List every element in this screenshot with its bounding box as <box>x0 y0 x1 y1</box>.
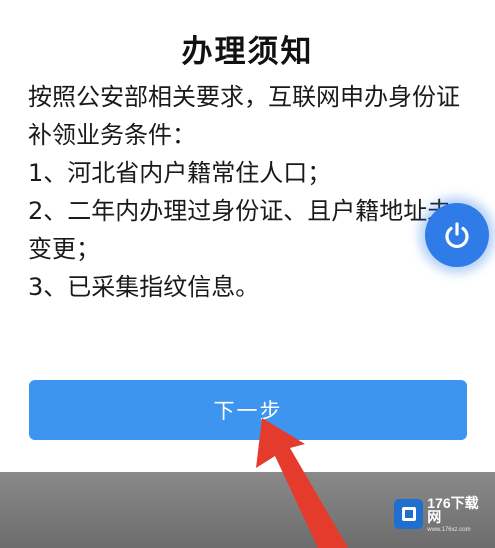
watermark-url: www.176xz.com <box>427 526 471 533</box>
watermark-logo-icon <box>394 499 424 529</box>
notice-condition-1: 1、河北省内户籍常住人口； <box>28 159 332 187</box>
floating-power-button[interactable] <box>425 203 489 267</box>
next-step-button[interactable]: 下一步 <box>29 380 467 440</box>
watermark: 176下载网 www.176xz.com <box>394 494 491 534</box>
notice-body: 按照公安部相关要求，互联网申办身份证补领业务条件： 1、河北省内户籍常住人口； … <box>28 78 466 306</box>
power-icon <box>445 222 469 249</box>
notice-condition-3: 3、已采集指纹信息。 <box>28 273 260 301</box>
notice-condition-2: 2、二年内办理过身份证、且户籍地址未变更； <box>28 197 452 263</box>
notice-intro: 按照公安部相关要求，互联网申办身份证补领业务条件： <box>28 83 460 149</box>
watermark-name: 176下载网 <box>427 494 479 525</box>
dialog-title: 办理须知 <box>181 34 314 70</box>
